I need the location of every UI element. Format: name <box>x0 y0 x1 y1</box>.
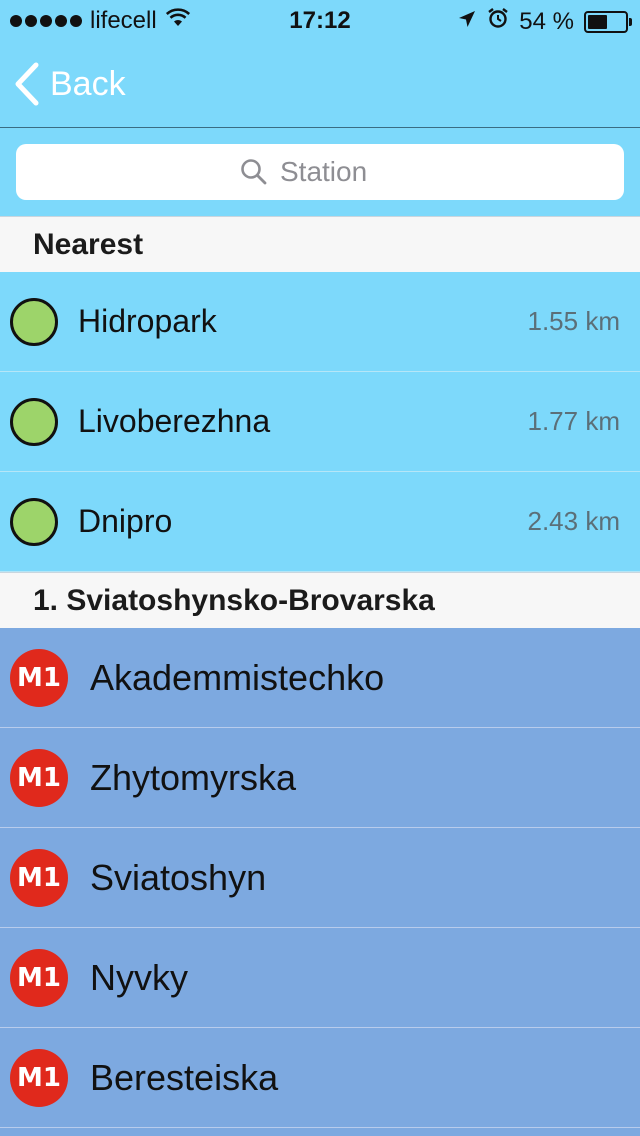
station-name: Beresteiska <box>90 1056 279 1098</box>
top-bar: lifecell 17:12 54 % Back Station <box>0 0 640 216</box>
m1-line-badge-icon: M1 <box>10 849 68 907</box>
back-label: Back <box>50 64 126 103</box>
station-name: Zhytomyrska <box>90 756 297 798</box>
section-header-line-1: 1. Sviatoshynsko-Brovarska <box>0 572 640 628</box>
station-name: Akademmistechko <box>90 656 385 698</box>
m1-line-badge-icon: M1 <box>10 749 68 807</box>
search-icon <box>241 159 267 185</box>
navigation-bar: Back <box>0 40 640 128</box>
station-dot-icon <box>10 498 58 546</box>
search-input[interactable] <box>280 156 400 188</box>
location-arrow-icon <box>457 8 477 36</box>
back-button[interactable]: Back <box>14 60 126 108</box>
station-name: Nyvky <box>90 956 188 998</box>
search-bar[interactable] <box>16 144 624 200</box>
station-name: Dnipro <box>78 503 173 539</box>
status-right: 54 % <box>457 7 632 36</box>
station-name: Hidropark <box>78 303 217 339</box>
line-station-row[interactable]: M1 Beresteiska <box>0 1028 640 1128</box>
station-distance: 1.55 km <box>527 306 621 336</box>
chevron-left-icon <box>15 62 39 106</box>
m1-line-badge-icon: M1 <box>10 649 68 707</box>
section-header-nearest: Nearest <box>0 216 640 272</box>
m1-line-badge-icon: M1 <box>10 949 68 1007</box>
status-bar: lifecell 17:12 54 % <box>0 0 640 40</box>
nearest-station-row[interactable]: Hidropark 1.55 km <box>0 272 640 372</box>
station-distance: 2.43 km <box>527 506 621 536</box>
station-dot-icon <box>10 398 58 446</box>
line-station-row[interactable]: M1 Akademmistechko <box>0 628 640 728</box>
station-name: Livoberezhna <box>78 403 271 439</box>
battery-icon <box>584 10 632 33</box>
battery-percent: 54 % <box>519 7 574 35</box>
station-dot-icon <box>10 298 58 346</box>
nearest-station-row[interactable]: Livoberezhna 1.77 km <box>0 372 640 472</box>
line-station-row[interactable]: M1 Zhytomyrska <box>0 728 640 828</box>
nearest-station-row[interactable]: Dnipro 2.43 km <box>0 472 640 572</box>
line-station-row[interactable]: M1 Sviatoshyn <box>0 828 640 928</box>
alarm-clock-icon <box>487 7 509 36</box>
station-distance: 1.77 km <box>527 406 621 436</box>
station-name: Sviatoshyn <box>90 856 267 898</box>
m1-line-badge-icon: M1 <box>10 1049 68 1107</box>
line-station-row[interactable]: M1 Nyvky <box>0 928 640 1028</box>
